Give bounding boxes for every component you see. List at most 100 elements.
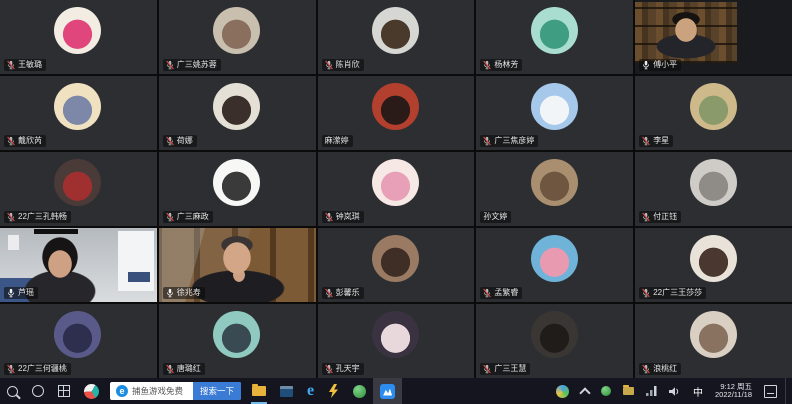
lightning-app-button[interactable]	[321, 378, 346, 404]
participant-name-tag: 付正钰	[639, 211, 681, 223]
participant-tile[interactable]: 浪桃红	[635, 304, 792, 378]
search-query-text[interactable]: 捕鱼游戏免费	[132, 385, 193, 397]
tray-green-button[interactable]	[597, 378, 615, 404]
mic-icon	[7, 288, 15, 298]
hidden-icons-button[interactable]	[577, 378, 593, 404]
participant-tile[interactable]: 付正钰	[635, 152, 792, 226]
globe-icon	[556, 385, 569, 398]
participant-name: 麻潆婷	[325, 136, 349, 146]
mic-muted-icon	[483, 364, 491, 374]
participant-avatar	[54, 83, 101, 130]
lightning-icon	[328, 384, 339, 398]
participant-name: 孟繁睿	[494, 288, 518, 298]
file-explorer-icon	[252, 386, 266, 396]
participant-name-tag: 广三麻政	[163, 211, 213, 223]
meeting-app-button[interactable]	[373, 378, 402, 404]
participant-name-tag: 孔天宇	[322, 363, 364, 375]
green-app-icon	[353, 385, 366, 398]
edge-browser-button[interactable]: e	[300, 378, 321, 404]
participant-avatar	[531, 83, 578, 130]
participant-name: 李星	[653, 136, 669, 146]
participant-tile[interactable]: 22广三王莎莎	[635, 228, 792, 302]
participant-tile[interactable]: 陈肖欣	[318, 0, 475, 74]
participant-name-tag: 麻潆婷	[322, 135, 353, 147]
participant-tile[interactable]: 孙文婷	[476, 152, 633, 226]
action-center-button[interactable]	[760, 378, 781, 404]
participant-avatar	[54, 7, 101, 54]
participant-tile[interactable]: 唐璐红	[159, 304, 316, 378]
ime-indicator[interactable]: 中	[689, 378, 707, 404]
participant-tile[interactable]: 荷娜	[159, 76, 316, 150]
participant-video	[635, 2, 737, 63]
search-go-button[interactable]: 搜索一下	[193, 382, 241, 400]
mic-muted-icon	[7, 212, 15, 222]
participant-name-tag: 陈肖欣	[322, 59, 364, 71]
participant-tile[interactable]: 22广三孔韩畅	[0, 152, 157, 226]
taskbar-search-button[interactable]	[0, 378, 25, 404]
green-app-button[interactable]	[346, 378, 373, 404]
participant-avatar	[690, 159, 737, 206]
mic-muted-icon	[166, 364, 174, 374]
show-desktop-button[interactable]	[785, 378, 790, 404]
participant-tile[interactable]: 傅小平	[635, 0, 792, 74]
participant-name: 唐璐红	[177, 364, 201, 374]
meeting-app-icon	[380, 384, 395, 399]
participant-avatar	[54, 159, 101, 206]
participant-name-tag: 22广三王莎莎	[639, 287, 706, 299]
mail-app-icon	[280, 386, 293, 397]
mic-muted-icon	[325, 288, 333, 298]
pinwheel-app-button[interactable]	[77, 378, 106, 404]
participant-avatar	[690, 235, 737, 282]
participant-name: 广三焦彦婷	[494, 136, 534, 146]
participant-tile[interactable]: 芦瑶	[0, 228, 157, 302]
participant-tile[interactable]: 麻潆婷	[318, 76, 475, 150]
mic-muted-icon	[325, 364, 333, 374]
file-explorer-button[interactable]	[245, 378, 273, 404]
participant-name-tag: 浪桃红	[639, 363, 681, 375]
participant-grid: 王敏璐 广三姚苏蓉 陈肖	[0, 0, 792, 378]
tray-folder-button[interactable]	[619, 378, 638, 404]
participant-tile[interactable]: 广三焦彦婷	[476, 76, 633, 150]
participant-tile[interactable]: 戴欣芮	[0, 76, 157, 150]
cortana-button[interactable]	[25, 378, 51, 404]
mic-muted-icon	[483, 60, 491, 70]
participant-name-tag: 钟岚琪	[322, 211, 364, 223]
tray-green-icon	[601, 386, 611, 396]
action-center-icon	[764, 385, 777, 398]
participant-tile[interactable]: 广三麻政	[159, 152, 316, 226]
participant-name-tag: 王敏璐	[4, 59, 46, 71]
participant-name: 广三王慧	[494, 364, 526, 374]
participant-tile[interactable]: 王敏璐	[0, 0, 157, 74]
participant-name-tag: 广三姚苏蓉	[163, 59, 221, 71]
tray-globe-button[interactable]	[552, 378, 573, 404]
participant-tile[interactable]: 杨林芳	[476, 0, 633, 74]
taskbar-clock[interactable]: 9:12 周五 2022/11/18	[711, 378, 756, 404]
participant-tile[interactable]: 徐兆寿	[159, 228, 316, 302]
participant-tile[interactable]: 孟繁睿	[476, 228, 633, 302]
web-search-box[interactable]: e 捕鱼游戏免费 搜索一下	[110, 382, 241, 400]
participant-tile[interactable]: 孔天宇	[318, 304, 475, 378]
network-icon	[646, 386, 657, 396]
participant-name: 广三麻政	[177, 212, 209, 222]
task-view-button[interactable]	[51, 378, 77, 404]
participant-avatar	[372, 159, 419, 206]
participant-name-tag: 李星	[639, 135, 673, 147]
browser-e-icon: e	[116, 385, 128, 397]
participant-tile[interactable]: 李星	[635, 76, 792, 150]
participant-tile[interactable]: 钟岚琪	[318, 152, 475, 226]
mail-app-button[interactable]	[273, 378, 300, 404]
network-button[interactable]	[642, 378, 661, 404]
participant-tile[interactable]: 广三王慧	[476, 304, 633, 378]
participant-name-tag: 广三焦彦婷	[480, 135, 538, 147]
participant-avatar	[213, 159, 260, 206]
participant-tile[interactable]: 22广三何疆桃	[0, 304, 157, 378]
participant-avatar	[213, 83, 260, 130]
mic-muted-icon	[483, 288, 491, 298]
participant-tile[interactable]: 广三姚苏蓉	[159, 0, 316, 74]
participant-name: 荷娜	[177, 136, 193, 146]
mic-icon	[166, 288, 174, 298]
participant-avatar	[213, 7, 260, 54]
volume-button[interactable]	[665, 378, 685, 404]
mic-muted-icon	[7, 364, 15, 374]
participant-tile[interactable]: 彭馨乐	[318, 228, 475, 302]
